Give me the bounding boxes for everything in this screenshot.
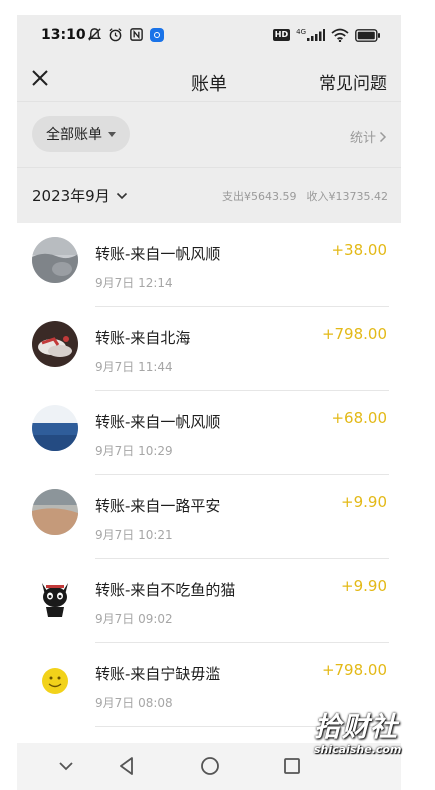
transaction-amount: +9.90: [341, 577, 387, 595]
phone-screen: 13:10 HD 4G 账单 常见问题 全部账单 统计 2023年9月 支出¥5…: [17, 15, 401, 790]
month-summary: 支出¥5643.59 收入¥13735.42: [222, 188, 388, 204]
hd-icon: HD: [272, 29, 291, 41]
beach-avatar-image: [32, 489, 78, 535]
status-right-icons: HD 4G: [272, 28, 381, 42]
faq-link[interactable]: 常见问题: [319, 69, 387, 94]
transaction-time: 9月7日 08:08: [95, 696, 173, 710]
transaction-row[interactable]: 转账-来自北海 9月7日 11:44 +798.00: [17, 307, 401, 391]
collapse-nav-icon[interactable]: [53, 753, 79, 779]
all-bills-filter-button[interactable]: 全部账单: [32, 116, 130, 152]
transaction-time: 9月7日 10:21: [95, 528, 173, 542]
close-icon[interactable]: [29, 67, 51, 89]
avatar: [32, 237, 78, 283]
nfc-icon: [130, 28, 143, 41]
transaction-time: 9月7日 09:02: [95, 612, 173, 626]
income-total: 收入¥13735.42: [306, 190, 389, 203]
month-label: 2023年9月: [32, 187, 110, 205]
cartoon-cat-avatar-image: [32, 573, 78, 619]
back-icon[interactable]: [114, 753, 140, 779]
alarm-icon: [109, 28, 122, 42]
status-time: 13:10: [41, 27, 86, 43]
transaction-amount: +9.90: [341, 493, 387, 511]
transaction-title: 转账-来自一帆风顺: [95, 245, 221, 263]
transaction-row[interactable]: 转账-来自一路平安 9月7日 10:21 +9.90: [17, 475, 401, 559]
mute-icon: [87, 28, 102, 41]
wifi-icon: [331, 28, 349, 42]
status-bar: 13:10 HD 4G: [17, 15, 401, 59]
avatar: [32, 321, 78, 367]
transaction-title: 转账-来自北海: [95, 329, 191, 347]
transaction-row[interactable]: 转账-来自一帆风顺 9月7日 12:14 +38.00: [17, 223, 401, 307]
transaction-time: 9月7日 10:29: [95, 444, 173, 458]
filter-row: 全部账单 统计: [17, 115, 401, 155]
network-type-label: 4G: [296, 28, 306, 36]
signal-icon: 4G: [296, 29, 325, 41]
watermark: 拾财社 shicaishe.com: [300, 705, 430, 765]
transaction-time: 9月7日 12:14: [95, 276, 173, 290]
avatar: [32, 573, 78, 619]
caret-down-icon: [108, 131, 116, 137]
landscape-avatar-image: [32, 237, 78, 283]
transaction-list: 转账-来自一帆风顺 9月7日 12:14 +38.00 转账-来自北海 9月7日…: [17, 223, 401, 743]
shoes-avatar-image: [32, 321, 78, 367]
watermark-chinese: 拾财社: [314, 712, 398, 743]
transaction-time: 9月7日 11:44: [95, 360, 173, 374]
stats-link[interactable]: 统计: [350, 127, 387, 146]
all-bills-label: 全部账单: [46, 127, 102, 143]
transaction-amount: +38.00: [331, 241, 387, 259]
sea-avatar-image: [32, 405, 78, 451]
filter-divider: [17, 167, 401, 168]
chevron-down-icon: [116, 192, 127, 199]
month-selector[interactable]: 2023年9月: [32, 185, 128, 206]
nav-bar: 账单 常见问题: [17, 59, 401, 101]
avatar: [32, 657, 78, 703]
smiley-avatar-image: [32, 657, 78, 703]
app-notification-icon: [150, 27, 164, 42]
status-left-icons: [87, 27, 164, 42]
stats-label: 统计: [349, 131, 376, 146]
transaction-title: 转账-来自不吃鱼的猫: [95, 581, 236, 599]
transaction-amount: +798.00: [321, 661, 387, 679]
nav-divider: [17, 101, 401, 102]
transaction-amount: +68.00: [331, 409, 387, 427]
battery-icon: [355, 28, 380, 42]
avatar: [32, 405, 78, 451]
transaction-title: 转账-来自宁缺毋滥: [95, 665, 221, 683]
transaction-row[interactable]: 转账-来自不吃鱼的猫 9月7日 09:02 +9.90: [17, 559, 401, 643]
transaction-title: 转账-来自一路平安: [95, 497, 221, 515]
transaction-title: 转账-来自一帆风顺: [95, 413, 221, 431]
transaction-row[interactable]: 转账-来自一帆风顺 9月7日 10:29 +68.00: [17, 391, 401, 475]
signal-bars-icon: [307, 29, 325, 41]
avatar: [32, 489, 78, 535]
transaction-amount: +798.00: [321, 325, 387, 343]
watermark-url: shicaishe.com: [314, 743, 402, 756]
home-icon[interactable]: [197, 753, 223, 779]
chevron-right-icon: [379, 131, 387, 142]
expense-total: 支出¥5643.59: [222, 190, 297, 203]
month-row: 2023年9月 支出¥5643.59 收入¥13735.42: [17, 181, 401, 211]
